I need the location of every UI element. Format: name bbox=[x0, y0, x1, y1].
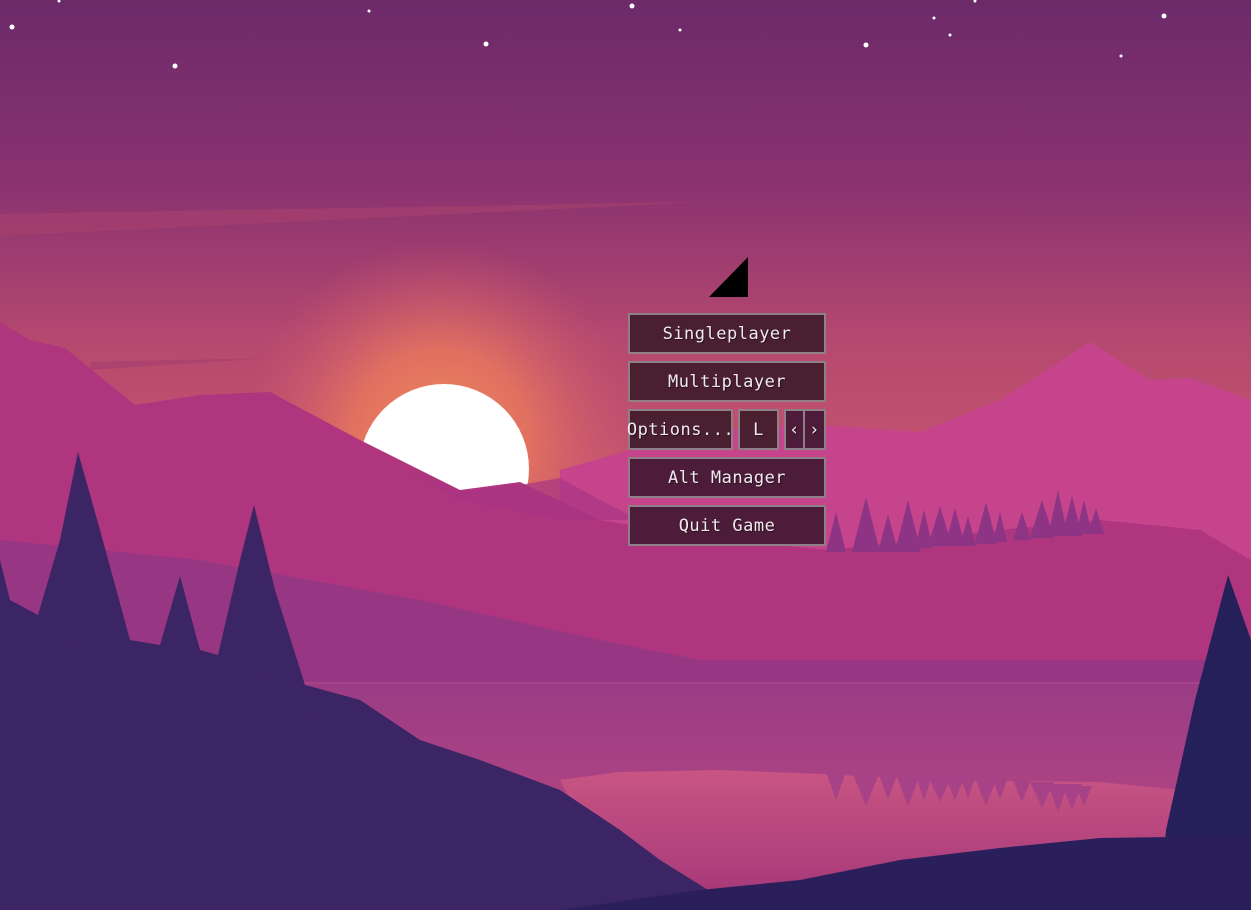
arrow-right-label: › bbox=[809, 419, 820, 440]
chevron-left-icon[interactable]: ‹ bbox=[786, 411, 805, 448]
options-button[interactable]: Options... bbox=[627, 409, 734, 450]
arrow-buttons: ‹ › bbox=[784, 409, 826, 450]
singleplayer-button[interactable]: Singleplayer bbox=[628, 313, 826, 354]
arrow-left-label: ‹ bbox=[789, 419, 800, 440]
alt-manager-button[interactable]: Alt Manager bbox=[628, 457, 826, 498]
language-button[interactable]: L bbox=[738, 409, 779, 450]
background-landscape bbox=[0, 0, 1251, 910]
chevron-right-icon[interactable]: › bbox=[805, 411, 824, 448]
triangle-logo-icon bbox=[709, 257, 749, 297]
multiplayer-button[interactable]: Multiplayer bbox=[628, 361, 826, 402]
quit-game-button[interactable]: Quit Game bbox=[628, 505, 826, 546]
